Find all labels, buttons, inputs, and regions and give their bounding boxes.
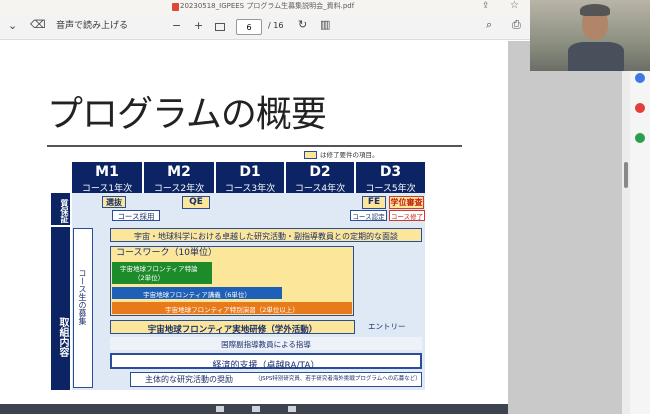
qe-box: QE: [182, 196, 210, 209]
entry-label: エントリー: [368, 322, 406, 331]
column-header-m2: M2 コース2年次: [144, 162, 214, 194]
extension-icon[interactable]: [635, 103, 645, 113]
page-total: / 16: [268, 21, 284, 30]
slide-title: プログラムの概要: [47, 94, 327, 135]
coursework-title: コースワーク（10単位）: [116, 248, 218, 258]
read-aloud-button[interactable]: 音声で読み上げる: [56, 22, 128, 31]
zoom-in-button[interactable]: +: [194, 20, 203, 31]
fe-box: FE: [362, 196, 386, 209]
pdf-file-icon: [172, 3, 179, 11]
vertical-scrollbar[interactable]: [622, 41, 630, 414]
frontier-exercise-bar: 宇宙地球フロンティア特別演習（2単位以上）: [112, 302, 352, 314]
scrollbar-thumb[interactable]: [624, 162, 628, 188]
degree-review-box: 学位審査: [389, 196, 424, 209]
quality-assurance-label: 質保証: [51, 193, 70, 225]
thumbnail-icon[interactable]: [252, 406, 260, 412]
bottom-toolbar: [0, 404, 508, 414]
print-icon[interactable]: ⎙: [512, 19, 521, 30]
zoom-out-button[interactable]: −: [172, 20, 181, 31]
column-header-m1: M1 コース1年次: [72, 162, 142, 194]
frontier-lecture-bar: 宇宙地球フロンティア講義（6単位）: [112, 287, 282, 299]
frontier-special-lecture-bar: 宇宙地球フロンティア特論 （2単位）: [112, 262, 212, 284]
mentoring-bar: 宇宙・地球科学における卓越した研究活動・副指導教員との定期的な面談: [110, 228, 422, 242]
extension-icon[interactable]: [635, 133, 645, 143]
favorite-star-icon[interactable]: ☆: [510, 1, 519, 11]
thumbnail-icon[interactable]: [288, 406, 296, 412]
economic-support-bar: 経済的支援（卓越RA/TA）: [110, 353, 422, 371]
sidebar-chevron-icon[interactable]: ⌄: [8, 20, 17, 31]
eraser-icon[interactable]: ⌫: [30, 19, 46, 30]
legend-swatch: [304, 151, 317, 159]
rotate-icon[interactable]: ↻: [298, 19, 307, 30]
right-side-panel: [630, 41, 650, 414]
share-icon[interactable]: ⇪: [482, 2, 490, 11]
selection-box: 選抜: [102, 196, 126, 208]
fit-page-icon[interactable]: [215, 23, 225, 31]
search-icon[interactable]: ⌕: [486, 19, 492, 30]
thumbnail-icon[interactable]: [216, 406, 224, 412]
course-adoption-box: コース採用: [112, 210, 160, 221]
document-filename: 20230518_IGPEES プログラム生募集説明会_資料.pdf: [180, 2, 355, 10]
column-header-d2: D2 コース4年次: [286, 162, 354, 194]
webcam-person-hair: [580, 4, 610, 16]
page-view-icon[interactable]: ▥: [320, 19, 330, 30]
webcam-person-shirt: [568, 42, 624, 71]
research-encouragement-bar: 主体的な研究活動の奨励 （JSPS特別研究員、若手研究者海外挑戦プログラムへの応…: [130, 372, 422, 387]
column-header-d1: D1 コース3年次: [216, 162, 284, 194]
course-completion-box: コース修了: [389, 210, 425, 221]
legend-text: は修了要件の項目。: [320, 151, 379, 159]
column-header-d3: D3 コース5年次: [356, 162, 425, 194]
extension-icon[interactable]: [635, 73, 645, 83]
field-training-bar: 宇宙地球フロンティア実地研修（学外活動）: [110, 320, 355, 335]
title-divider: [47, 145, 462, 147]
page-number-input[interactable]: 6: [236, 19, 262, 35]
activities-label: 取組内容: [51, 227, 70, 390]
recruitment-label: コース生の募集: [73, 228, 93, 388]
international-advisor-bar: 国際副指導教員による指導: [110, 337, 422, 350]
course-certification-box: コース認定: [350, 210, 387, 221]
